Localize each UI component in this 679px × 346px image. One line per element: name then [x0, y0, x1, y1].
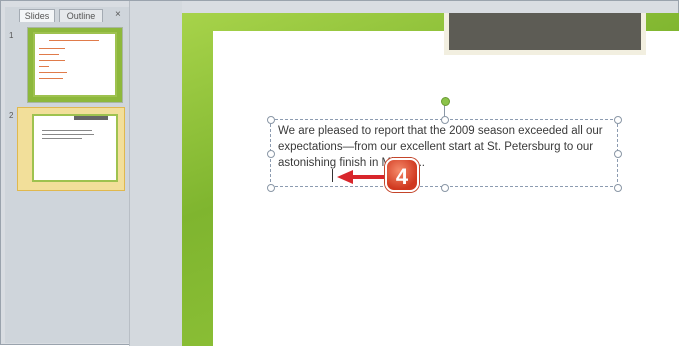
thumbnail-canvas	[33, 32, 117, 97]
thumbnail-number: 1	[9, 31, 14, 40]
resize-handle[interactable]	[267, 184, 275, 192]
thumbnail-number: 2	[9, 111, 14, 120]
slide-body-text[interactable]: We are pleased to report that the 2009 s…	[278, 123, 613, 171]
resize-handle[interactable]	[614, 116, 622, 124]
thumbnail-bullet-line	[39, 66, 49, 67]
rotation-handle[interactable]	[441, 97, 450, 106]
thumbnail-text-line	[42, 134, 94, 135]
resize-handle[interactable]	[267, 116, 275, 124]
tab-slides[interactable]: Slides	[19, 9, 55, 22]
thumbnail-bullet-line	[39, 48, 65, 49]
thumbnail-text-line	[42, 138, 82, 139]
resize-handle[interactable]	[614, 150, 622, 158]
pane-splitter[interactable]	[129, 1, 182, 346]
thumbnail-text-line	[42, 130, 92, 131]
thumbnail-bullet-line	[39, 54, 59, 55]
thumbnail-bullet-line	[39, 78, 63, 79]
close-icon[interactable]: ×	[115, 9, 121, 20]
step-badge: 4	[385, 158, 419, 192]
resize-handle[interactable]	[267, 150, 275, 158]
slide-thumbnail-2[interactable]	[17, 107, 125, 191]
pane-tabs: Slides Outline ×	[5, 7, 129, 23]
thumbnail-title-bar	[74, 116, 108, 120]
title-bar-fill	[449, 13, 641, 50]
resize-handle[interactable]	[614, 184, 622, 192]
title-placeholder[interactable]	[444, 13, 646, 55]
thumbnail-title-line	[49, 40, 99, 41]
arrow-head-icon	[337, 170, 353, 184]
pointer-arrow	[351, 175, 387, 179]
thumbnail-bullet-line	[39, 60, 65, 61]
resize-handle[interactable]	[441, 184, 449, 192]
thumbnail-canvas	[32, 114, 118, 182]
slides-pane: Slides Outline × 1 2	[5, 7, 129, 343]
powerpoint-window: Slides Outline × 1 2 We are pleased to r…	[0, 0, 679, 346]
thumbnail-bullet-line	[39, 72, 67, 73]
slide-thumbnail-1[interactable]	[27, 27, 123, 103]
text-cursor	[332, 169, 333, 182]
tab-outline[interactable]: Outline	[59, 9, 103, 22]
